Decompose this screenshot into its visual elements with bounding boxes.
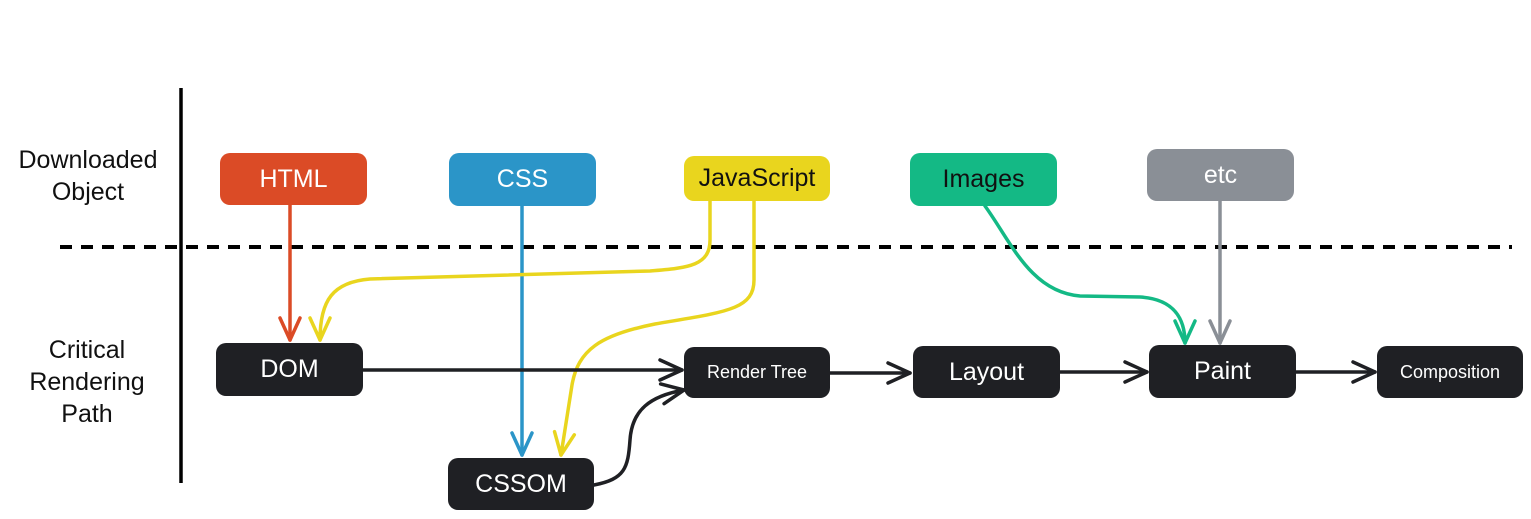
node-images: Images [910,153,1057,206]
node-cssom: CSSOM [448,458,594,510]
label-line: Object [51,178,125,206]
node-paint: Paint [1149,345,1296,398]
node-dom: DOM [216,343,363,396]
diagram-canvas [60,88,1512,487]
edge-javascript-dom [308,199,712,342]
node-composition: Composition [1377,346,1523,398]
label-line: Path [61,400,113,428]
edge-cssom-render-tree [592,382,686,487]
node-html: HTML [220,153,367,205]
node-etc: etc [1147,149,1294,201]
edge-javascript-cssom [552,199,756,457]
node-render-tree: Render Tree [684,347,830,398]
label-downloaded-object: Downloaded Object [0,144,176,208]
node-css: CSS [449,153,596,206]
node-javascript: JavaScript [684,156,830,201]
label-critical-rendering-path: Critical Rendering Path [0,334,174,430]
label-line: Critical [48,336,126,364]
node-layout: Layout [913,346,1060,398]
label-line: Rendering [29,368,145,396]
edge-images-paint [983,204,1197,345]
label-line: Downloaded [18,146,158,174]
